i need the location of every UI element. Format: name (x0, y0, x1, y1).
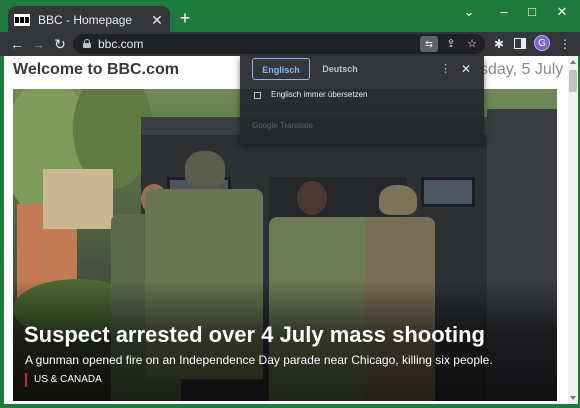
hero-headline[interactable]: Suspect arrested over 4 July mass shooti… (24, 322, 485, 348)
bbc-favicon-icon (14, 13, 30, 26)
date-text: sday, 5 July (480, 61, 564, 78)
profile-avatar[interactable]: G (534, 35, 550, 51)
hero-summary[interactable]: A gunman opened fire on an Independence … (25, 353, 493, 367)
maximize-button[interactable]: □ (522, 4, 542, 19)
scroll-up-icon[interactable] (570, 60, 576, 64)
section-label[interactable]: US & CANADA (25, 373, 102, 387)
scrollbar-thumb[interactable] (569, 70, 577, 92)
translate-icon[interactable]: ⇆ (420, 36, 438, 52)
new-tab-button[interactable]: + (177, 9, 193, 27)
tab-englisch[interactable]: Englisch (252, 58, 310, 80)
scroll-down-icon[interactable] (570, 396, 576, 400)
tab-title: BBC - Homepage (38, 12, 133, 27)
close-window-button[interactable]: ✕ (552, 4, 572, 20)
popup-menu-icon[interactable]: ⋮ (440, 59, 451, 79)
always-translate-label[interactable]: Englisch immer übersetzen (271, 90, 367, 99)
popup-close-icon[interactable]: ✕ (460, 59, 472, 79)
tab-deutsch[interactable]: Deutsch (316, 58, 364, 80)
share-icon[interactable]: ⇪ (443, 36, 459, 52)
url-text[interactable]: bbc.com (98, 37, 143, 51)
translate-popup: Englisch Deutsch ⋮ ✕ Englisch immer über… (240, 56, 484, 144)
page-title: Welcome to BBC.com (13, 61, 179, 78)
vertical-scrollbar[interactable] (568, 56, 578, 404)
back-arrow-icon[interactable]: ← (8, 35, 26, 53)
always-translate-checkbox[interactable] (254, 92, 261, 99)
tab-close-icon[interactable]: ✕ (150, 13, 164, 27)
minimize-button[interactable]: – (494, 4, 514, 19)
browser-toolbar: ← → ↻ bbc.com ⇆ ⇪ ☆ ✱ G ⋮ (0, 32, 580, 56)
house-image (43, 169, 113, 229)
title-bar: BBC - Homepage ✕ + ⌄ – □ ✕ (0, 0, 580, 33)
address-bar[interactable]: bbc.com ⇆ ⇪ ☆ (73, 34, 485, 54)
lock-icon[interactable] (83, 39, 91, 48)
browser-tab[interactable]: BBC - Homepage ✕ (8, 6, 170, 33)
google-translate-label: Google Translate (252, 121, 313, 130)
forward-arrow-icon[interactable]: → (29, 35, 47, 53)
side-panel-icon[interactable] (514, 38, 526, 49)
star-icon[interactable]: ☆ (464, 36, 480, 52)
menu-icon[interactable]: ⋮ (557, 36, 573, 52)
tab-search-chevron-icon[interactable]: ⌄ (459, 4, 479, 20)
extensions-icon[interactable]: ✱ (491, 36, 507, 52)
reload-icon[interactable]: ↻ (51, 35, 69, 53)
